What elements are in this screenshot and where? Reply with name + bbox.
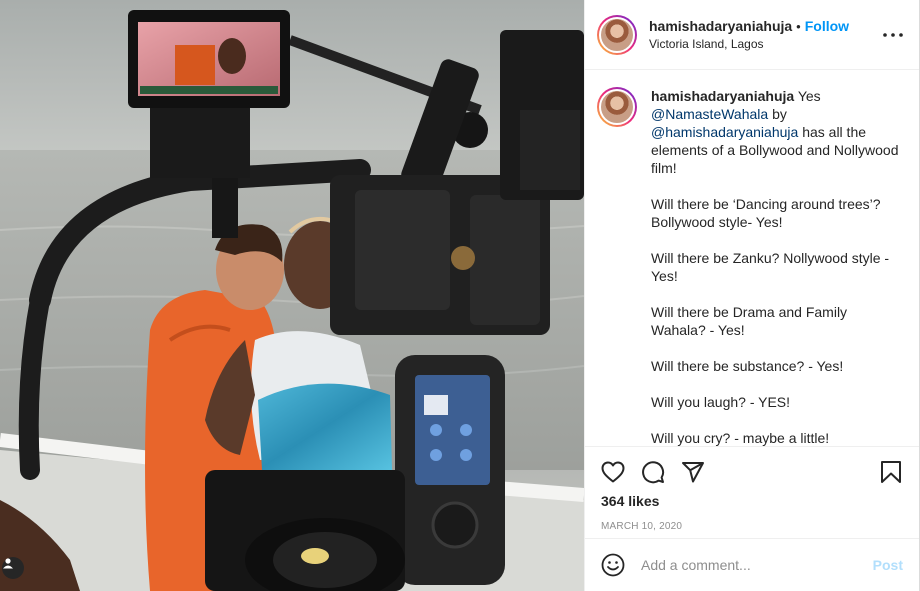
caption-first-words: Yes: [797, 88, 821, 104]
actions-section: 364 likes MARCH 10, 2020: [585, 446, 919, 541]
caption-paragraph: Will there be substance? - Yes!: [651, 358, 844, 374]
post-date[interactable]: MARCH 10, 2020: [601, 521, 903, 532]
caption-username[interactable]: hamishadaryaniahuja: [651, 88, 794, 104]
likes-count[interactable]: 364 likes: [601, 493, 903, 509]
post-photo-illustration: [0, 0, 584, 591]
emoji-icon[interactable]: [601, 553, 625, 577]
post-comment-button[interactable]: Post: [873, 557, 903, 573]
comment-bar: Post: [585, 538, 919, 591]
mention-link[interactable]: @hamishadaryaniahuja: [651, 124, 798, 140]
location-link[interactable]: Victoria Island, Lagos: [649, 37, 881, 51]
mention-link[interactable]: @NamasteWahala: [651, 106, 768, 122]
caption-paragraph: Will there be Zanku? Nollywood style - Y…: [651, 250, 890, 284]
caption-text: hamishadaryaniahuja Yes @NamasteWahala b…: [651, 87, 901, 446]
caption-paragraph: Will you cry? - maybe a little!: [651, 430, 830, 446]
comment-icon[interactable]: [641, 460, 665, 484]
more-options-icon[interactable]: [881, 23, 905, 47]
caption-avatar[interactable]: [597, 87, 637, 127]
caption-paragraph: Will there be ‘Dancing around trees’? Bo…: [651, 196, 881, 230]
separator-dot: •: [796, 18, 801, 34]
follow-button[interactable]: Follow: [805, 18, 849, 34]
avatar[interactable]: [597, 14, 637, 55]
header-username[interactable]: hamishadaryaniahuja: [649, 18, 792, 34]
caption-paragraph: Will you laugh? - YES!: [651, 394, 791, 410]
caption-section: hamishadaryaniahuja Yes @NamasteWahala b…: [585, 71, 919, 446]
user-tag-icon[interactable]: [2, 557, 24, 579]
bookmark-icon[interactable]: [879, 460, 903, 484]
heart-icon[interactable]: [601, 460, 625, 484]
post-image[interactable]: [0, 0, 584, 591]
post-header: hamishadaryaniahuja • Follow Victoria Is…: [585, 0, 919, 70]
share-icon[interactable]: [681, 460, 705, 484]
caption-by: by: [772, 106, 787, 122]
caption-paragraph: Will there be Drama and Family Wahala? -…: [651, 304, 848, 338]
comment-input[interactable]: [641, 557, 873, 573]
post-side-panel: hamishadaryaniahuja • Follow Victoria Is…: [584, 0, 920, 591]
